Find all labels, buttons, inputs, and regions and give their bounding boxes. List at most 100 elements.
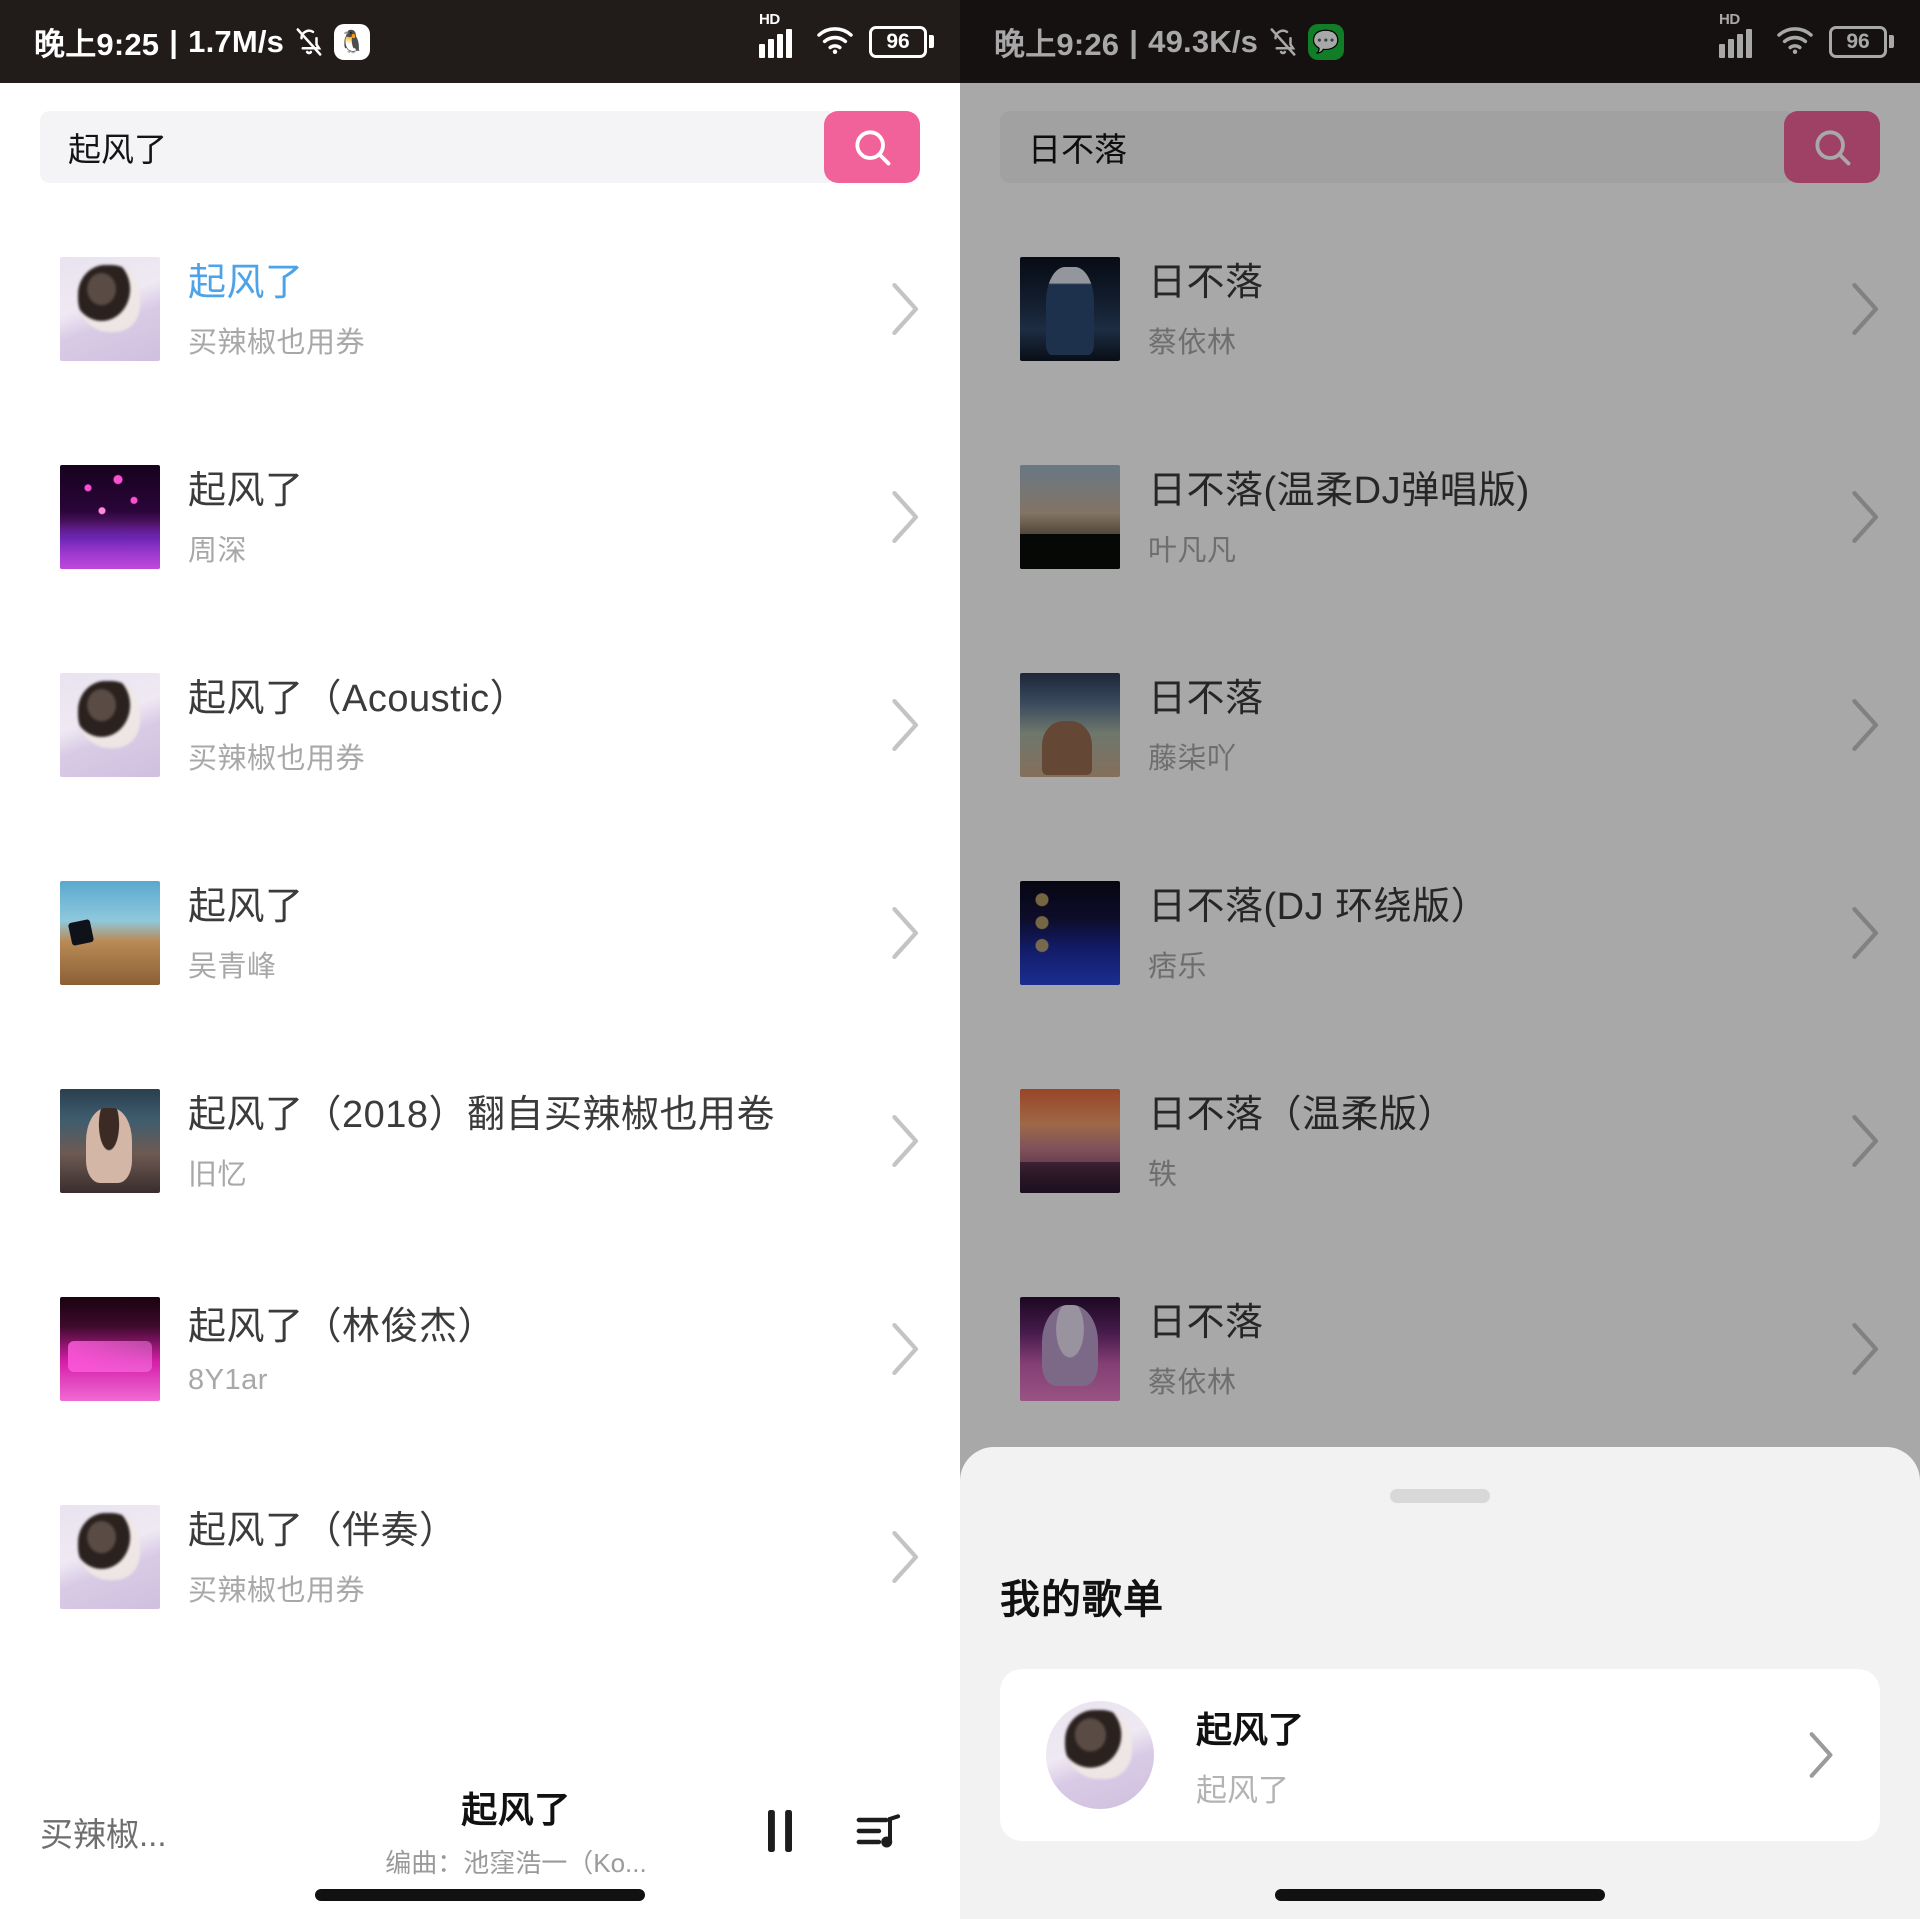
chevron-right-icon[interactable] [1840, 486, 1888, 548]
song-list-item[interactable]: 起风了（林俊杰） 8Y1ar [0, 1245, 960, 1453]
search-button[interactable] [824, 111, 920, 183]
album-cover [1020, 465, 1120, 569]
pause-button[interactable] [762, 1807, 798, 1858]
wifi-icon [1775, 23, 1815, 60]
album-cover [60, 257, 160, 361]
chevron-right-icon[interactable] [880, 694, 928, 756]
song-list-item[interactable]: 起风了 周深 [0, 413, 960, 621]
drag-handle[interactable] [1390, 1489, 1490, 1503]
home-indicator [1275, 1889, 1605, 1901]
chevron-right-icon[interactable] [880, 1110, 928, 1172]
chevron-right-icon[interactable] [880, 1318, 928, 1380]
status-left-cluster: 晚上9:26 | 49.3K/s 💬 [994, 19, 1345, 64]
right-phone-screen: 晚上9:26 | 49.3K/s 💬 HD 96 日不落 日不落 蔡依林 日不落… [960, 0, 1920, 1919]
status-separator: | [1129, 23, 1139, 59]
album-cover [1020, 1297, 1120, 1401]
song-meta: 起风了（林俊杰） 8Y1ar [160, 1301, 880, 1396]
song-title: 起风了（2018）翻自买辣椒也用卷 [188, 1093, 776, 1136]
song-artist: 吴青峰 [188, 951, 277, 984]
wechat-icon: 💬 [1308, 23, 1345, 60]
song-artist: 痞乐 [1148, 951, 1208, 984]
album-cover [1020, 257, 1120, 361]
right-search-bar: 日不落 [960, 83, 1920, 205]
battery-indicator: 96 [1829, 25, 1894, 58]
song-list-item[interactable]: 日不落 蔡依林 [960, 205, 1920, 413]
status-right-cluster: HD 96 [1719, 11, 1894, 60]
song-meta: 起风了 买辣椒也用券 [160, 257, 880, 361]
album-cover [60, 673, 160, 777]
song-list-item[interactable]: 日不落(温柔DJ弹唱版) 叶凡凡 [960, 413, 1920, 621]
battery-level: 96 [1846, 30, 1870, 53]
search-icon [1810, 125, 1854, 169]
queue-button[interactable] [854, 1809, 904, 1856]
signal-bars-icon: HD [759, 11, 801, 58]
song-title: 日不落(温柔DJ弹唱版) [1148, 469, 1530, 512]
my-playlist-bottom-sheet: 我的歌单 起风了 起风了 [960, 1447, 1920, 1919]
chevron-right-icon [1796, 1728, 1844, 1782]
song-meta: 日不落(DJ 环绕版） 痞乐 [1120, 881, 1840, 985]
search-icon [850, 125, 894, 169]
status-network-speed: 49.3K/s [1148, 23, 1259, 59]
song-meta: 日不落 藤柒吖 [1120, 673, 1840, 777]
album-cover [60, 465, 160, 569]
bell-off-icon [1268, 25, 1298, 59]
left-status-bar: 晚上9:25 | 1.7M/s 🐧 HD 96 [0, 0, 960, 83]
status-right-cluster: HD 96 [759, 11, 934, 60]
search-input[interactable]: 起风了 [40, 111, 830, 183]
song-list-item[interactable]: 日不落 蔡依林 [960, 1245, 1920, 1453]
mini-player-info: 起风了 编曲：池窪浩一（Ko... [270, 1781, 762, 1884]
song-meta: 起风了 吴青峰 [160, 881, 880, 985]
chevron-right-icon[interactable] [1840, 1318, 1888, 1380]
pause-icon [762, 1807, 798, 1858]
chevron-right-icon[interactable] [880, 1526, 928, 1588]
song-artist: 买辣椒也用券 [188, 327, 366, 360]
song-list-item[interactable]: 起风了（伴奏） 买辣椒也用券 [0, 1453, 960, 1661]
song-list-item[interactable]: 起风了（2018）翻自买辣椒也用卷 旧忆 [0, 1037, 960, 1245]
album-cover [1020, 1089, 1120, 1193]
song-list-item[interactable]: 起风了 吴青峰 [0, 829, 960, 1037]
song-meta: 日不落(温柔DJ弹唱版) 叶凡凡 [1120, 465, 1840, 569]
right-song-list: 日不落 蔡依林 日不落(温柔DJ弹唱版) 叶凡凡 日不落 藤柒吖 日不落(DJ 环绕版） 痞乐… [960, 205, 1920, 1453]
chevron-right-icon[interactable] [1840, 902, 1888, 964]
song-title: 起风了（伴奏） [188, 1509, 458, 1552]
chevron-right-icon[interactable] [880, 278, 928, 340]
song-meta: 起风了 周深 [160, 465, 880, 569]
album-cover [1020, 881, 1120, 985]
song-artist: 蔡依林 [1148, 1367, 1237, 1400]
song-list-item[interactable]: 起风了（Acoustic） 买辣椒也用券 [0, 621, 960, 829]
chevron-right-icon[interactable] [1840, 1110, 1888, 1172]
chevron-right-icon[interactable] [880, 902, 928, 964]
song-artist: 买辣椒也用券 [188, 743, 366, 776]
song-title: 起风了 [188, 469, 304, 512]
chevron-right-icon[interactable] [1840, 694, 1888, 756]
playlist-card[interactable]: 起风了 起风了 [1000, 1669, 1880, 1841]
left-phone-screen: 晚上9:25 | 1.7M/s 🐧 HD 96 起风了 起风了 买辣椒也用券 起… [0, 0, 960, 1919]
song-list-item[interactable]: 日不落(DJ 环绕版） 痞乐 [960, 829, 1920, 1037]
playlist-card-meta: 起风了 起风了 [1154, 1701, 1796, 1810]
song-artist: 叶凡凡 [1148, 535, 1237, 568]
song-list-item[interactable]: 日不落 藤柒吖 [960, 621, 1920, 829]
song-artist: 8Y1ar [188, 1363, 268, 1396]
song-meta: 日不落（温柔版） 轶 [1120, 1089, 1840, 1193]
qq-icon: 🐧 [334, 23, 371, 60]
signal-bars-icon: HD [1719, 11, 1761, 58]
song-title: 日不落 [1148, 677, 1264, 720]
song-meta: 日不落 蔡依林 [1120, 257, 1840, 361]
song-artist: 买辣椒也用券 [188, 1575, 366, 1608]
song-list-item[interactable]: 起风了 买辣椒也用券 [0, 205, 960, 413]
album-cover [60, 1505, 160, 1609]
playlist-subtitle: 起风了 [1196, 1772, 1289, 1808]
wifi-icon [815, 23, 855, 60]
song-list-item[interactable]: 日不落（温柔版） 轶 [960, 1037, 1920, 1245]
song-artist: 轶 [1148, 1159, 1178, 1192]
search-button[interactable] [1784, 111, 1880, 183]
song-title: 起风了 [188, 261, 304, 304]
song-artist: 周深 [188, 535, 248, 568]
song-title: 日不落 [1148, 261, 1264, 304]
search-input[interactable]: 日不落 [1000, 111, 1790, 183]
mini-player-subtitle: 编曲：池窪浩一（Ko... [385, 1847, 647, 1878]
chevron-right-icon[interactable] [880, 486, 928, 548]
home-indicator [315, 1889, 645, 1901]
album-cover [60, 1297, 160, 1401]
chevron-right-icon[interactable] [1840, 278, 1888, 340]
